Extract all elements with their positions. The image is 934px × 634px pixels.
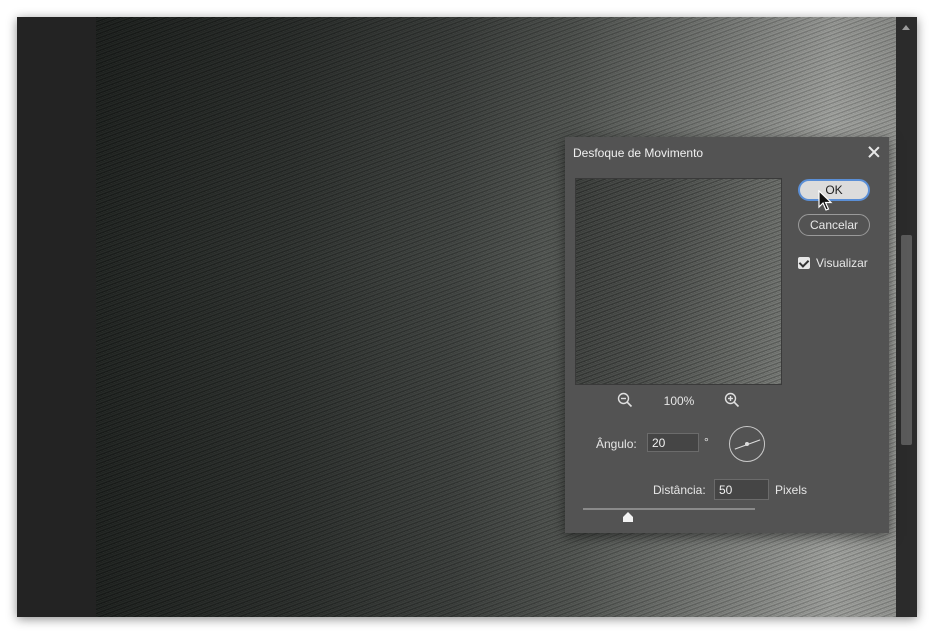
filter-preview[interactable] bbox=[575, 178, 782, 385]
distance-unit: Pixels bbox=[775, 483, 808, 497]
distance-slider-track[interactable] bbox=[583, 508, 755, 510]
close-icon[interactable] bbox=[863, 141, 885, 163]
distance-slider-thumb[interactable] bbox=[623, 512, 633, 522]
preview-checkbox[interactable] bbox=[798, 257, 810, 269]
angle-unit: ° bbox=[704, 435, 709, 449]
zoom-level: 100% bbox=[663, 394, 695, 408]
angle-label: Ângulo: bbox=[596, 437, 637, 451]
scroll-up-icon[interactable] bbox=[902, 25, 910, 30]
zoom-in-icon[interactable] bbox=[723, 391, 741, 409]
vertical-scrollbar[interactable] bbox=[896, 17, 917, 617]
mouse-cursor-icon bbox=[818, 190, 833, 211]
motion-blur-dialog: Desfoque de Movimento 100% OK Cancelar V… bbox=[565, 137, 889, 533]
dialog-title: Desfoque de Movimento bbox=[573, 146, 704, 160]
angle-dial-center bbox=[745, 442, 749, 446]
angle-dial-icon[interactable] bbox=[729, 426, 765, 462]
preview-toggle[interactable]: Visualizar bbox=[798, 255, 868, 271]
ok-button[interactable]: OK bbox=[798, 179, 870, 201]
tools-panel bbox=[17, 17, 96, 617]
cancel-button[interactable]: Cancelar bbox=[798, 214, 870, 236]
angle-input[interactable] bbox=[647, 433, 699, 452]
preview-checkbox-label: Visualizar bbox=[816, 256, 868, 270]
distance-label: Distância: bbox=[653, 483, 706, 497]
distance-input[interactable] bbox=[714, 479, 769, 500]
scrollbar-thumb[interactable] bbox=[901, 235, 912, 445]
zoom-out-icon[interactable] bbox=[616, 391, 634, 409]
